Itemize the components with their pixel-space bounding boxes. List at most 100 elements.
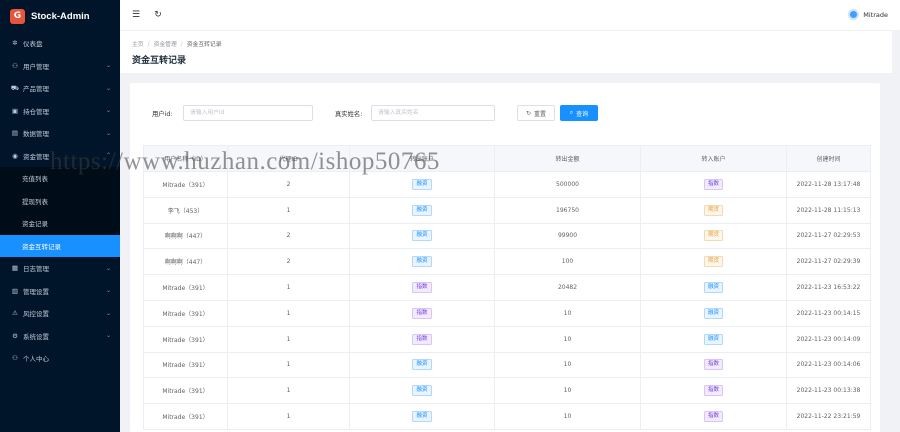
user-id-label: 用户id: — [152, 111, 173, 118]
username: Mitrade — [863, 10, 888, 19]
real-name-input[interactable]: 请输入真实姓名 — [371, 105, 495, 121]
to-account-cell: 期货 — [640, 196, 787, 224]
table-row[interactable]: 啊啊啊（447） 2 融资 100 期货 2022-11-27 02:29:39 — [143, 248, 871, 276]
sidebar-subitem[interactable]: 提现列表 — [0, 190, 120, 213]
from-account-cell: 融资 — [349, 196, 495, 224]
sidebar-item-label: 管理设置 — [23, 287, 49, 296]
agent-id-cell: 1 — [227, 299, 350, 327]
to-account-cell: 融资 — [640, 325, 787, 353]
created-time-cell: 2022-11-27 02:29:53 — [786, 222, 871, 250]
account-tag: 融资 — [703, 282, 723, 294]
account-tag: 期货 — [703, 230, 723, 242]
refresh-icon[interactable]: ↻ — [152, 10, 164, 20]
from-account-cell: 指数 — [349, 299, 495, 327]
search-icon: ⌕ — [569, 109, 574, 116]
account-tag: 融资 — [412, 178, 432, 190]
sidebar-item-user[interactable]: ⚇ 用户管理 ⌄ — [0, 55, 120, 78]
table-row[interactable]: Mitrade（391） 2 融资 500000 指数 2022-11-28 13:17:… — [143, 171, 871, 198]
from-account-cell: 指数 — [349, 325, 495, 353]
filter-bar: 用户id: 请输入用户id 真实姓名: 请输入真实姓名 ↻ 重置 ⌕ 查询 — [130, 105, 880, 123]
user-id-input[interactable]: 请输入用户id — [183, 105, 313, 121]
from-account-cell: 指数 — [349, 274, 495, 301]
page-scrollbar[interactable] — [892, 30, 900, 432]
sidebar-item-cart[interactable]: ⛟ 产品管理 ⌄ — [0, 77, 120, 100]
sidebar-item-log[interactable]: ▦ 日志管理 ⌄ — [0, 257, 120, 280]
user-cell: Mitrade（391） — [143, 403, 228, 430]
user-cell: Mitrade（391） — [143, 377, 228, 405]
avatar — [848, 9, 860, 20]
from-account-cell: 融资 — [349, 171, 495, 198]
amount-cell: 10 — [494, 377, 641, 405]
sidebar-item-label: 资金管理 — [23, 152, 49, 161]
from-account-cell: 融资 — [349, 403, 495, 430]
account-tag: 指数 — [703, 385, 723, 397]
user-menu[interactable]: Mitrade — [848, 9, 888, 20]
reset-icon: ↻ — [525, 109, 531, 117]
breadcrumb-home[interactable]: 主页 — [132, 42, 144, 48]
column-header: 转出账户 — [349, 145, 495, 172]
agent-id-cell: 2 — [227, 171, 350, 198]
sidebar-subitem[interactable]: 资金互转记录 — [0, 234, 120, 257]
sidebar-subitem[interactable]: 资金记录 — [0, 212, 120, 235]
sidebar-item-holding[interactable]: ▣ 持仓管理 ⌄ — [0, 100, 120, 123]
menu-fold-icon[interactable]: ☰ — [130, 10, 142, 20]
column-header: 用户名称（ID） — [143, 145, 228, 172]
agent-id-cell: 2 — [227, 222, 350, 250]
user-cell: Mitrade（391） — [143, 351, 228, 379]
amount-cell: 196750 — [494, 196, 641, 224]
user-cell: Mitrade（391） — [143, 325, 228, 353]
amount-cell: 10 — [494, 325, 641, 353]
account-tag: 融资 — [412, 204, 432, 216]
sidebar-subitem[interactable]: 充值列表 — [0, 167, 120, 190]
amount-cell: 20482 — [494, 274, 641, 301]
sidebar-item-profile[interactable]: ⚇ 个人中心 — [0, 347, 120, 370]
to-account-cell: 指数 — [640, 377, 787, 405]
dashboard-icon: ✲ — [12, 39, 18, 48]
chevron-down-icon: ⌄ — [105, 107, 111, 115]
chevron-down-icon: ⌄ — [105, 84, 111, 92]
created-time-cell: 2022-11-23 00:14:06 — [786, 351, 871, 379]
funds-icon: ◉ — [12, 151, 18, 160]
sidebar-item-label: 数据管理 — [23, 130, 49, 139]
table-row[interactable]: 李飞（453） 1 融资 196750 期货 2022-11-28 11:15:13 — [143, 196, 871, 224]
sidebar-item-risk[interactable]: ⚠ 风控设置 ⌄ — [0, 302, 120, 325]
amount-cell: 99900 — [494, 222, 641, 250]
account-tag: 融资 — [412, 411, 432, 423]
table-row[interactable]: Mitrade（391） 1 指数 10 融资 2022-11-23 00:14:15 — [143, 299, 871, 327]
reset-button[interactable]: ↻ 重置 — [517, 105, 555, 121]
sidebar-item-data[interactable]: ▤ 数据管理 ⌄ — [0, 122, 120, 145]
table-row[interactable]: Mitrade（391） 1 指数 10 融资 2022-11-23 00:14:09 — [143, 325, 871, 353]
sidebar-item-settings[interactable]: ⚙ 系统设置 ⌄ — [0, 325, 120, 348]
account-tag: 指数 — [703, 359, 723, 371]
chevron-down-icon: ⌄ — [105, 309, 111, 317]
sidebar-item-dashboard[interactable]: ✲ 仪表盘 — [0, 32, 120, 55]
account-tag: 指数 — [412, 333, 432, 345]
table-row[interactable]: Mitrade（391） 1 融资 10 指数 2022-11-23 00:14:06 — [143, 351, 871, 379]
sidebar-item-funds[interactable]: ◉ 资金管理 ⌃ — [0, 145, 120, 168]
breadcrumb-separator: / — [147, 42, 150, 48]
chevron-down-icon: ⌄ — [105, 129, 111, 137]
table-row[interactable]: Mitrade（391） 1 融资 10 指数 2022-11-22 23:21:59 — [143, 403, 871, 430]
table-row[interactable]: 啊啊啊（447） 2 融资 99900 期货 2022-11-27 02:29:53 — [143, 222, 871, 250]
logo-icon: G — [10, 8, 25, 24]
sidebar-item-label: 个人中心 — [23, 355, 49, 364]
breadcrumb-current: 资金互转记录 — [186, 42, 222, 48]
column-header: 创建时间 — [786, 145, 871, 172]
created-time-cell: 2022-11-22 23:21:59 — [786, 403, 871, 430]
to-account-cell: 期货 — [640, 248, 787, 276]
profile-icon: ⚇ — [12, 354, 18, 363]
agent-id-cell: 1 — [227, 196, 350, 224]
to-account-cell: 融资 — [640, 274, 787, 301]
sidebar-item-admin[interactable]: ▥ 管理设置 ⌄ — [0, 280, 120, 303]
sidebar: G Stock-Admin ✲ 仪表盘 ⚇ 用户管理 ⌄ ⛟ 产品管理 ⌄ ▣ 持仓管理 ⌄ ▤ 数据管… — [0, 0, 120, 432]
table-header-row: 用户名称（ID） 代理ID 转出账户 转出金额 转入账户 创建时间 — [143, 145, 871, 172]
user-cell: Mitrade（391） — [143, 274, 228, 301]
chevron-down-icon: ⌄ — [105, 264, 111, 272]
table-row[interactable]: Mitrade（391） 1 指数 20482 融资 2022-11-23 16:53:2… — [143, 274, 871, 301]
app-logo[interactable]: G Stock-Admin — [0, 0, 120, 32]
user-cell: 李飞（453） — [143, 196, 228, 224]
query-button[interactable]: ⌕ 查询 — [560, 105, 598, 121]
breadcrumb-section[interactable]: 资金管理 — [154, 42, 177, 48]
table-row[interactable]: Mitrade（391） 1 融资 10 指数 2022-11-23 00:13:38 — [143, 377, 871, 405]
amount-cell: 500000 — [494, 171, 641, 198]
